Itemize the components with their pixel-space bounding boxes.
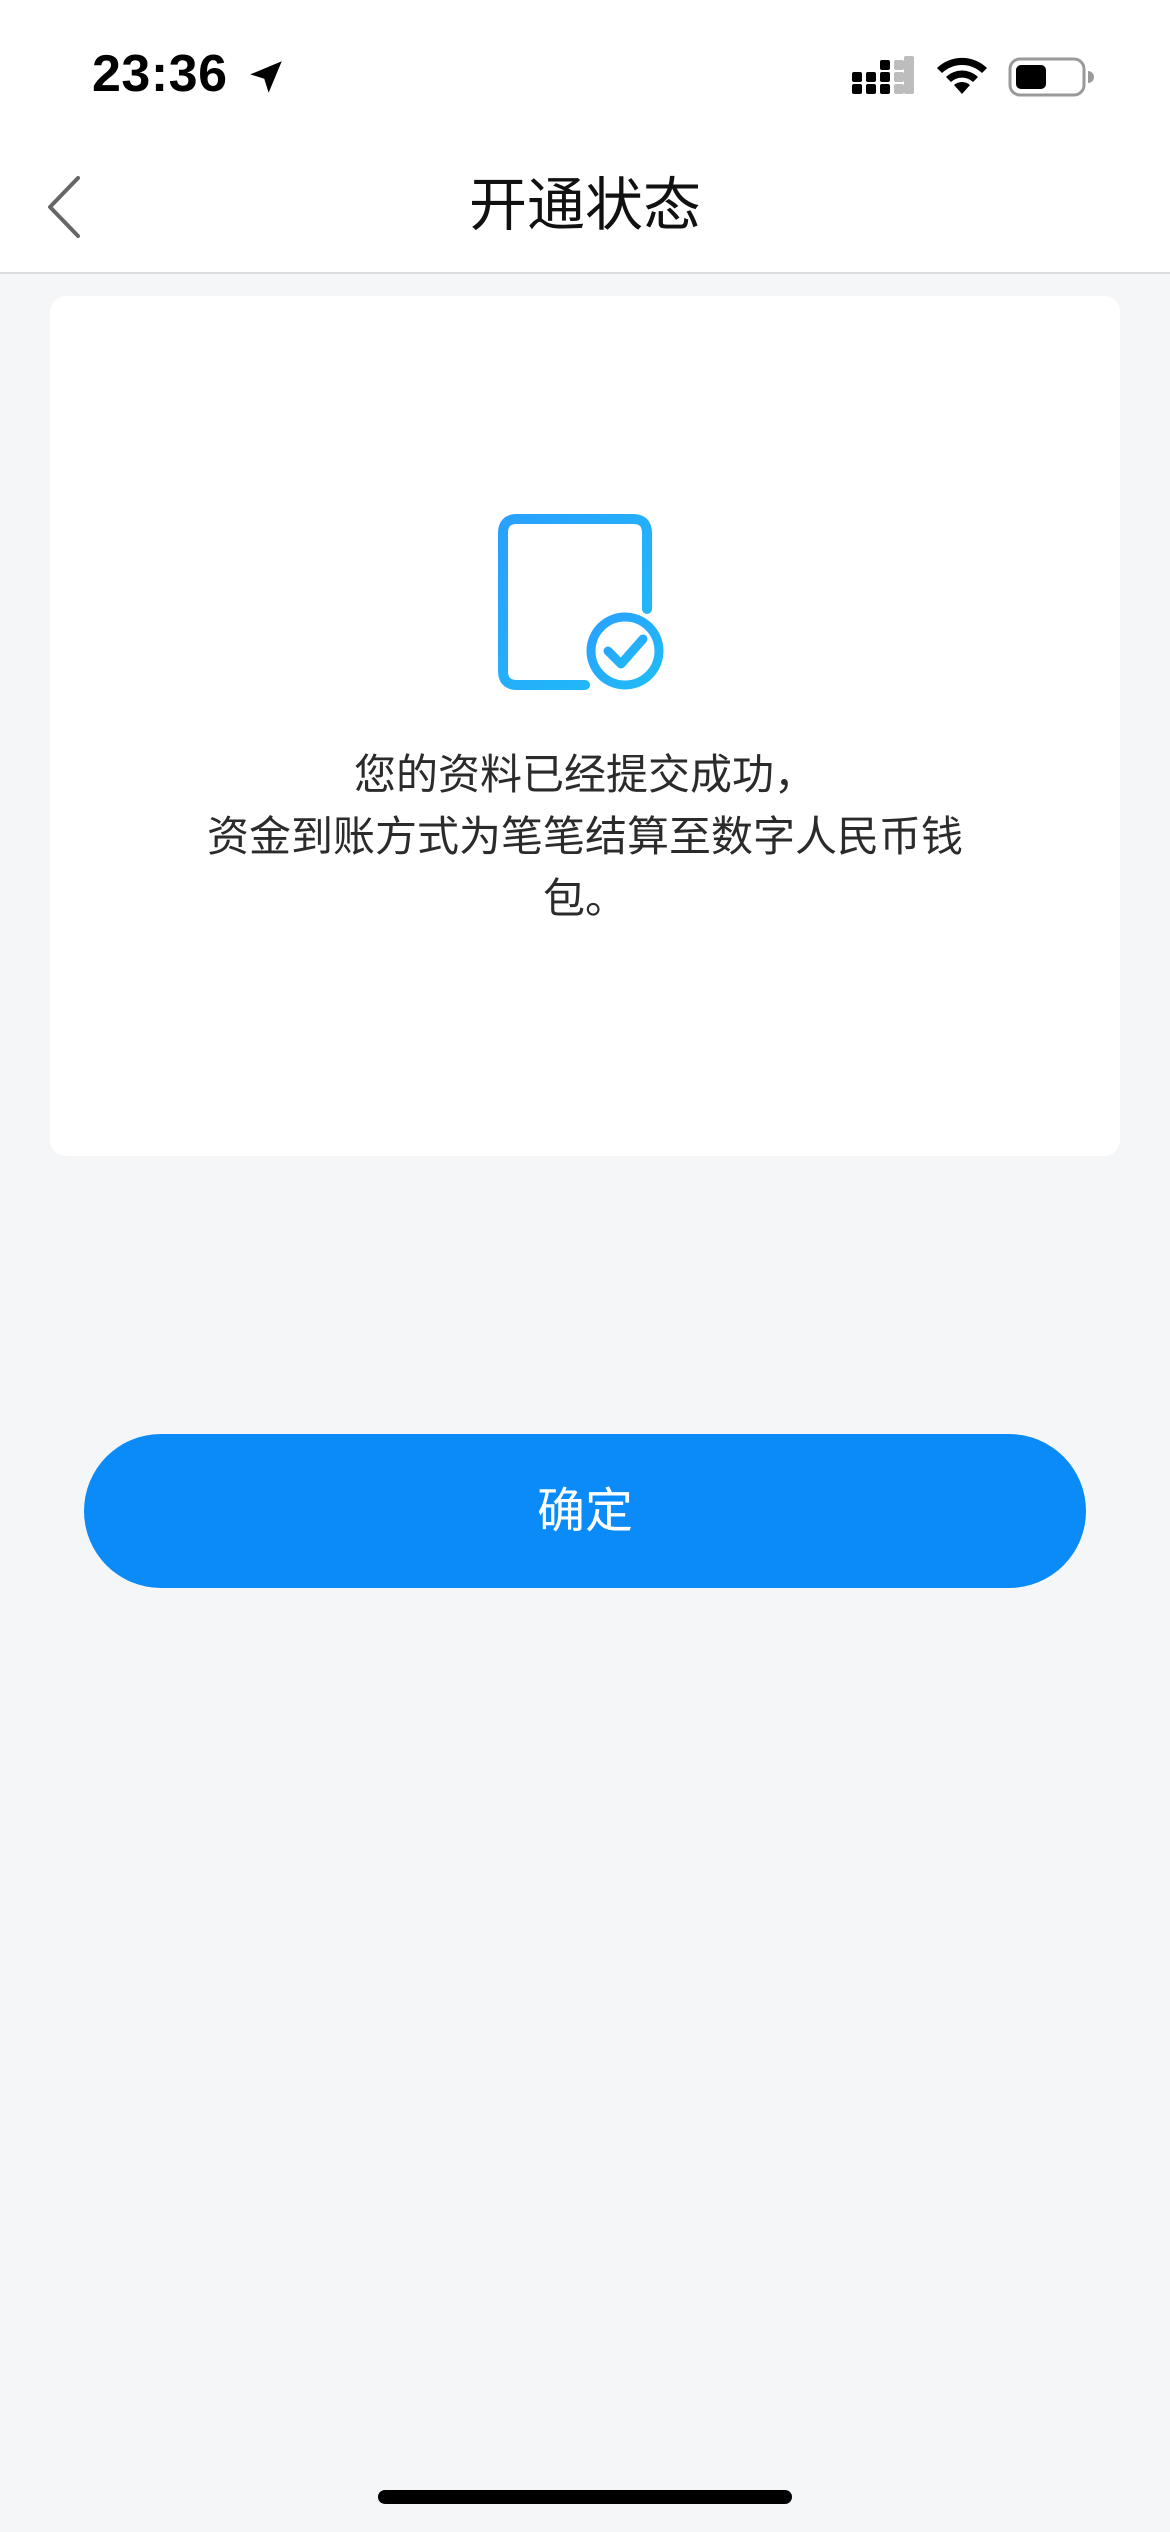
status-time: 23:36 <box>92 45 228 103</box>
nav-bar: 开通状态 <box>0 150 1170 274</box>
status-card: 您的资料已经提交成功， 资金到账方式为笔笔结算至数字人民币钱 包。 <box>50 296 1120 1156</box>
status-message-line: 资金到账方式为笔笔结算至数字人民币钱 <box>206 812 963 861</box>
status-message-line: 包。 <box>542 874 627 923</box>
wifi-icon <box>937 57 987 94</box>
location-arrow-icon <box>250 61 282 93</box>
page-title: 开通状态 <box>468 171 701 239</box>
document-check-icon <box>498 514 664 690</box>
battery-icon <box>1008 57 1094 97</box>
cellular-signal-icon <box>852 56 914 94</box>
confirm-button[interactable]: 确定 <box>84 1434 1086 1588</box>
status-bar: 23:36 <box>0 0 1170 150</box>
status-message: 您的资料已经提交成功， 资金到账方式为笔笔结算至数字人民币钱 包。 <box>110 744 1060 930</box>
home-indicator[interactable] <box>378 2490 792 2504</box>
status-message-line: 您的资料已经提交成功， <box>353 750 816 799</box>
